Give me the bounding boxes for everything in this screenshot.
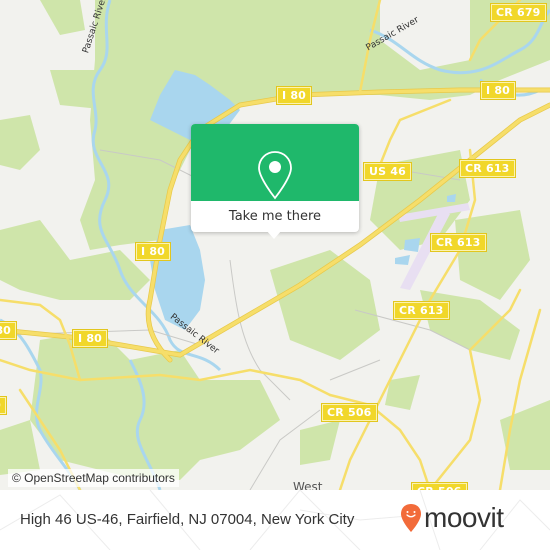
road-shield-cr-613: CR 613 xyxy=(394,302,449,319)
take-me-there-button[interactable]: Take me there xyxy=(191,201,359,232)
place-label-west: West xyxy=(293,480,323,490)
moovit-logo[interactable]: moovit xyxy=(400,502,504,533)
moovit-wordmark: moovit xyxy=(424,502,504,533)
road-shield-us-46: US 46 xyxy=(364,163,411,180)
popup-pointer xyxy=(266,230,282,239)
road-shield-cr-613: CR 613 xyxy=(431,234,486,251)
road-shield-i-80: I 80 xyxy=(277,87,312,104)
road-shield-partial: I 80 xyxy=(0,322,17,339)
road-shield-cr-506: CR 506 xyxy=(322,404,377,421)
road-shield-partial: I 80 xyxy=(0,397,7,414)
footer: High 46 US-46, Fairfield, NJ 07004, New … xyxy=(0,490,550,550)
popup-header xyxy=(191,124,359,201)
address-text: High 46 US-46, Fairfield, NJ 07004, New … xyxy=(20,511,355,528)
map-pin-icon xyxy=(258,151,292,200)
road-shield-i-80: I 80 xyxy=(136,243,171,260)
map-attribution[interactable]: © OpenStreetMap contributors xyxy=(8,469,179,487)
moovit-pin-icon xyxy=(401,504,421,532)
road-shield-cr-679: CR 679 xyxy=(491,4,546,21)
map[interactable]: CR 679 I 80 I 80 US 46 CR 613 CR 613 CR … xyxy=(0,0,550,490)
road-shield-i-80: I 80 xyxy=(481,82,516,99)
road-shield-i-80: I 80 xyxy=(73,330,108,347)
location-popup: Take me there xyxy=(191,124,359,239)
road-shield-cr-613: CR 613 xyxy=(460,160,515,177)
road-shield-cr-506: CR 506 xyxy=(412,483,467,490)
